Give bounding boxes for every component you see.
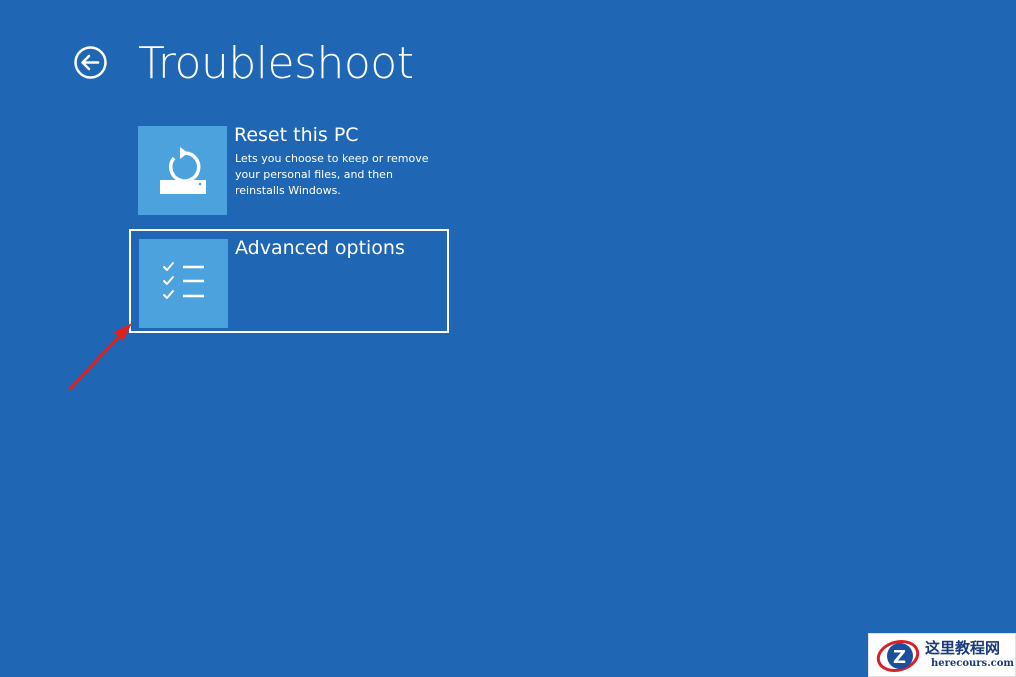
page-title: Troubleshoot — [138, 38, 414, 89]
reset-pc-icon — [160, 147, 206, 194]
reset-this-pc-title: Reset this PC — [234, 124, 359, 146]
watermark-logo-icon: Z — [876, 640, 920, 672]
advanced-options-option[interactable]: Advanced options — [129, 229, 449, 333]
advanced-options-title: Advanced options — [235, 237, 405, 259]
reset-this-pc-option[interactable]: Reset this PC Lets you choose to keep or… — [138, 124, 450, 216]
reset-this-pc-description: Lets you choose to keep or remove your p… — [235, 152, 429, 197]
advanced-options-tile — [139, 239, 228, 328]
watermark-url: herecours.com — [931, 658, 1015, 669]
red-arrow-icon — [68, 323, 132, 391]
watermark: Z 这里教程网 herecours.com — [868, 633, 1016, 677]
svg-text:Z: Z — [893, 647, 906, 668]
checklist-icon — [163, 262, 204, 299]
back-button[interactable] — [74, 46, 107, 79]
watermark-chinese-text: 这里教程网 — [925, 639, 1001, 657]
back-arrow-circle-icon — [74, 46, 107, 79]
reset-pc-tile — [138, 126, 227, 215]
